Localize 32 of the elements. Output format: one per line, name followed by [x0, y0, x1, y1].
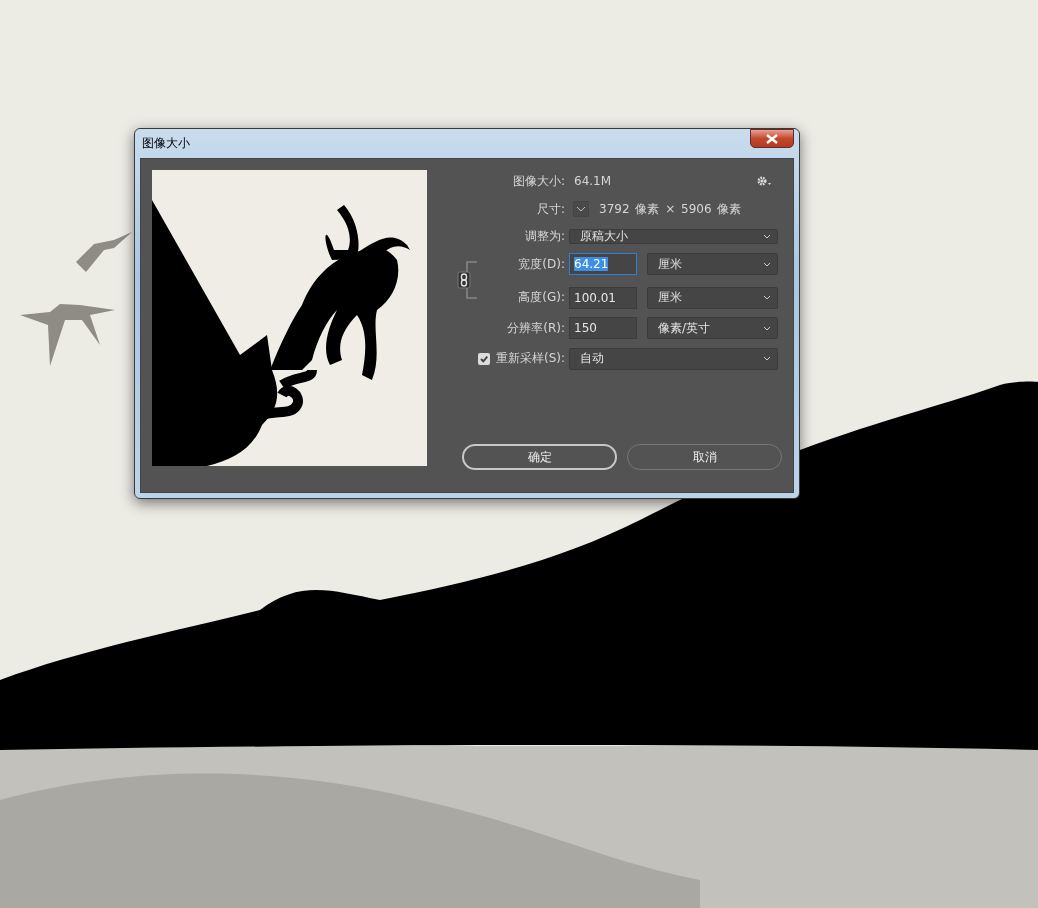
chevron-down-icon — [763, 261, 771, 267]
unit-dropdown-button[interactable] — [573, 201, 589, 217]
input-field[interactable]: 100.01 — [569, 286, 637, 309]
dropdown[interactable]: 原稿大小 — [569, 228, 778, 244]
close-icon — [766, 133, 778, 144]
chevron-down-icon — [763, 356, 771, 361]
link-chain-icon — [455, 259, 479, 300]
dimensions-value: 3792 像素 × 5906 像素 — [599, 200, 742, 218]
settings-icon — [756, 175, 772, 187]
resample-label: 重新采样(S): — [495, 350, 566, 367]
close-button[interactable] — [750, 129, 794, 148]
dropdown[interactable]: 厘米 — [647, 286, 778, 309]
chevron-down-icon — [763, 325, 771, 331]
dialog-button[interactable]: 确定 — [462, 444, 617, 470]
field-label: 高度(G): — [517, 289, 566, 306]
chevron-down-icon — [763, 295, 771, 300]
dropdown[interactable]: 像素/英寸 — [647, 317, 778, 339]
dialog-button[interactable]: 取消 — [627, 444, 782, 470]
chevron-down-icon — [763, 233, 771, 239]
fit-to-label: 调整为: — [523, 227, 566, 245]
dropdown[interactable]: 自动 — [569, 347, 778, 370]
window-title: 图像大小 — [141, 135, 190, 152]
input-field[interactable]: 150 — [569, 317, 637, 339]
field-label: 分辨率(R): — [506, 319, 566, 337]
chevron-down-icon — [576, 206, 586, 212]
image-size-label: 图像大小: — [511, 172, 566, 190]
image-size-value: 64.1M — [573, 174, 612, 188]
dropdown[interactable]: 厘米 — [647, 253, 778, 275]
checkbox[interactable] — [477, 352, 490, 365]
field-label: 宽度(D): — [517, 255, 566, 273]
settings-button[interactable] — [756, 175, 772, 187]
dimensions-label: 尺寸: — [535, 200, 566, 218]
